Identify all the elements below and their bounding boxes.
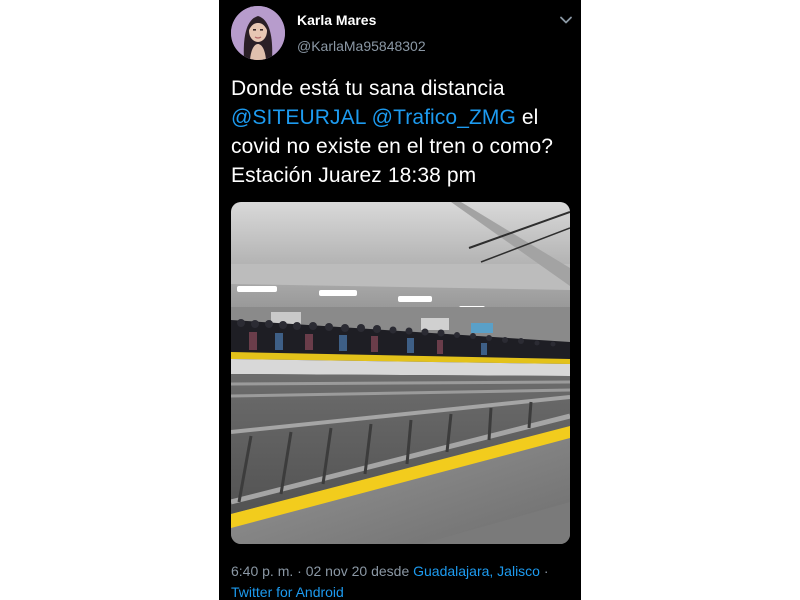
tweet-screen: Karla Mares @KarlaMa95848302 Donde está … (219, 0, 581, 600)
station-platform-photo (231, 202, 570, 544)
tweet-text-line: Donde está tu sana distancia (231, 77, 505, 100)
meta-separator: · (539, 563, 549, 579)
client-link[interactable]: Twitter for Android (231, 584, 344, 600)
chevron-down-icon[interactable] (558, 12, 574, 28)
mention-link-trafico[interactable]: @Trafico_ZMG (372, 106, 516, 129)
tweet-text-line: Estación Juarez 18:38 pm (231, 164, 477, 187)
tweet-timestamp[interactable]: 6:40 p. m. · 02 nov 20 desde (231, 563, 413, 579)
user-handle[interactable]: @KarlaMa95848302 (297, 38, 426, 54)
tweet-photo[interactable] (231, 202, 570, 544)
display-name[interactable]: Karla Mares (297, 12, 376, 28)
tweet-text-line: covid no existe en el tren o como? (231, 135, 554, 158)
tweet-text-mentions-line: @SITEURJAL @Trafico_ZMG el (231, 103, 576, 132)
profile-avatar[interactable] (231, 6, 285, 60)
mention-link-siteurjal[interactable]: @SITEURJAL (231, 106, 366, 129)
location-link[interactable]: Guadalajara, Jalisco (413, 563, 540, 579)
tweet-text-fragment: el (515, 106, 539, 129)
tweet-text: Donde está tu sana distancia @SITEURJAL … (231, 74, 576, 190)
tweet-metadata: 6:40 p. m. · 02 nov 20 desde Guadalajara… (231, 561, 576, 600)
avatar-portrait-icon (231, 6, 285, 60)
